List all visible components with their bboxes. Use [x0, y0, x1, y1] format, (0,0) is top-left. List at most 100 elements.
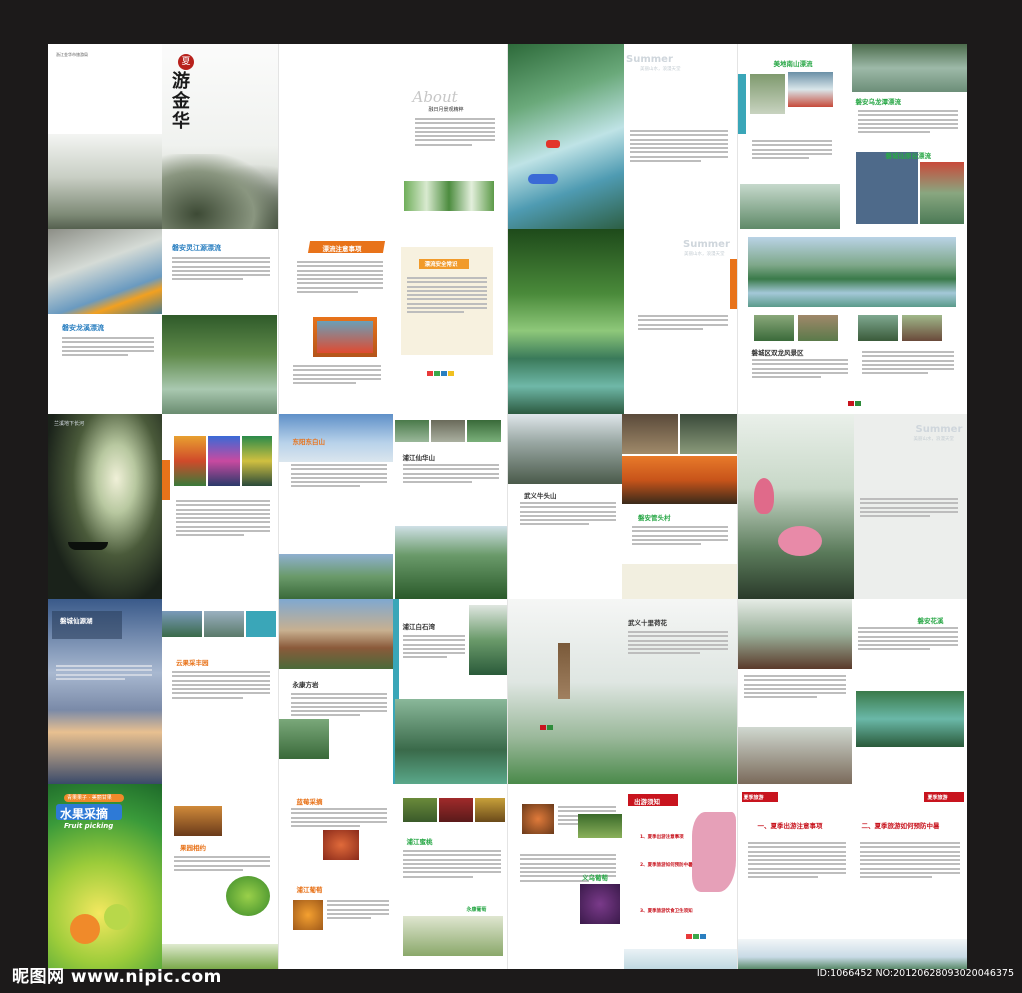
wuyi-blue-panel	[855, 152, 918, 224]
longxi-text	[62, 337, 154, 358]
tips-2-text	[859, 842, 960, 881]
heading-fruit-guoyuan: 云果采丰园	[176, 659, 209, 667]
decor-flags	[426, 361, 455, 380]
heading-panan-longxi: 磐安龙溪漂流	[62, 324, 104, 332]
shuanglong-lake-photo	[747, 237, 956, 307]
heading-fruit-peach: 义乌葡萄	[582, 874, 608, 882]
meihua-text	[751, 140, 832, 161]
yongkang-cliff-photo	[278, 599, 393, 669]
summer-subtitle: 美丽山水，浪漫天堂	[640, 67, 681, 72]
xianyuan-lake-page: 磐城仙源湖 云果采丰园	[48, 599, 278, 784]
summer-subtitle-3: 美丽山水，浪漫天堂	[913, 437, 955, 442]
about-page: About 融日月景观精粹	[277, 44, 508, 229]
heading-rafting-notes: 漂流注意事项	[322, 245, 362, 253]
about-subtitle: 融日月景观精粹	[428, 107, 464, 113]
rafting-notes-text	[296, 261, 383, 295]
yangmei-text	[290, 808, 387, 829]
about-lotus-strip	[403, 181, 494, 211]
heading-meihua: 美地南山漂流	[773, 60, 813, 68]
fruit-grape-page: 义乌葡萄 出游须知 1、夏季出游注意事项 2、夏季旅游如何预防中暑 3、夏季旅游…	[507, 784, 738, 969]
heading-fruit-pick2: 浦江蜜桃	[406, 838, 433, 846]
panan-rock-text	[857, 110, 958, 136]
tips-mid-1: 1、夏季出游注意事项	[640, 835, 684, 840]
pagoda-lotus-photo	[508, 599, 738, 784]
baishi-text	[402, 635, 465, 661]
tips-mid-2: 2、夏季旅游如何预防中暑	[640, 863, 693, 868]
summer-travel-right: 夏季旅游	[927, 795, 948, 801]
tips-heading-1: 一、夏季出游注意事项	[757, 822, 823, 830]
lingjiang-text	[172, 257, 270, 283]
yongkang-text	[290, 693, 387, 719]
fruit-small: 青果果子 · 美丽甘果	[67, 795, 112, 801]
summer-word-3: Summer	[915, 424, 963, 435]
spread-row-1: 浙江金华市旅游局 夏 游金华 About 融日月景观精粹 Summer 美丽山水…	[48, 44, 967, 229]
fruit-en: Fruit picking	[64, 822, 114, 830]
summer-travel-tips-page: 夏季旅游 夏季旅游 一、夏季出游注意事项 二、夏季旅游如何预防中暑	[736, 784, 967, 969]
travel-tips: 出游须知	[634, 798, 660, 806]
cover-title: 游金华	[172, 71, 190, 132]
guoyuan-text	[172, 671, 270, 701]
heading-panan-guantou: 磐安管头村	[638, 514, 671, 522]
summer-text	[630, 130, 728, 164]
heading-fruit-grape: 永康葡萄	[466, 907, 487, 913]
map-shape	[692, 812, 736, 892]
guantou-text	[632, 526, 728, 547]
heading-wuyi-niutou: 武义牛头山	[524, 492, 557, 500]
forest-stream-photo	[508, 229, 624, 414]
underground-river-page: 兰溪地下长河	[48, 414, 278, 599]
watermark-id: ID:1066452 NO:20120628093020046375	[816, 968, 1014, 979]
fruit-yangmei-page: 蓝莓采摘 浦江葡萄 浦江蜜桃 永康葡萄	[277, 784, 508, 969]
panan-huaxi-page: 磐安花溪	[736, 599, 967, 784]
meihua-rafting-page: 美地南山漂流 磐安乌龙潭漂流 磐城仙原谷漂流	[736, 44, 967, 229]
sunset-photo	[622, 456, 738, 504]
lingjiang-photo	[48, 229, 162, 314]
huaxi-bridge-photo	[737, 599, 852, 669]
fruit-big: 水果采摘	[60, 807, 109, 821]
heading-wuyi-lotus: 武义十里荷花	[628, 619, 667, 627]
lotus-photo	[737, 414, 854, 599]
rafting-tips-text	[406, 277, 487, 316]
dongyang-pujiang-page: 东阳东白山 浦江仙华山	[277, 414, 508, 599]
rafting-notes-text-2	[292, 365, 381, 386]
heading-fruit-orchard: 果园相约	[180, 844, 206, 852]
heading-yongkang: 永康方岩	[292, 681, 319, 689]
decor-flags-2	[686, 924, 707, 943]
brochure-grid: 浙江金华市旅游局 夏 游金华 About 融日月景观精粹 Summer 美丽山水…	[48, 44, 967, 969]
heading-dongyang: 东阳东白山	[292, 438, 326, 446]
wuyi-niutou-page: 武义牛头山 磐安管头村	[507, 414, 738, 599]
heading-xianyuan-lake: 磐城仙源湖	[60, 617, 93, 625]
niutou-text	[520, 502, 616, 528]
xianyuan-text	[56, 665, 152, 682]
summer-rafting-page: Summer 美丽山水，浪漫天堂	[507, 44, 738, 229]
heading-fruit-yangmei: 蓝莓采摘	[296, 798, 323, 806]
rafting-river-photo	[508, 44, 624, 229]
pear-text	[326, 900, 389, 921]
heading-wuyi-rafting: 磐城仙原谷漂流	[885, 152, 932, 160]
lingjiang-page: 磐安灵江源漂流 磐安龙溪漂流	[48, 229, 278, 414]
tips-mid-3: 3、夏季旅游饮食卫生须知	[640, 909, 693, 914]
underground-text	[176, 500, 270, 539]
lotus-summer-page: Summer 美丽山水，浪漫天堂	[736, 414, 967, 599]
dongyang-text	[290, 464, 387, 490]
tips-1-text	[747, 842, 846, 881]
summer-forest-page: Summer 美丽山水，浪漫天堂	[507, 229, 738, 414]
shuanglong-text-2	[861, 351, 954, 377]
cave-boat-photo	[48, 414, 162, 599]
lotus-text	[859, 498, 958, 519]
summer-word: Summer	[626, 54, 673, 65]
cover-mountain-painting	[48, 134, 162, 229]
tips-heading-2: 二、夏季旅游如何预防中暑	[861, 822, 940, 830]
summer-word-2: Summer	[683, 239, 730, 250]
about-text	[414, 118, 495, 148]
rafting-notes-page: 漂流注意事项 漂流安全常识	[277, 229, 508, 414]
heading-pujiang: 浦江仙华山	[402, 454, 436, 462]
huaxi-text-2	[857, 627, 958, 653]
heading-panan-lingjiang: 磐安灵江源漂流	[172, 244, 221, 252]
forest-text	[638, 315, 728, 332]
summer-travel-left: 夏季旅游	[743, 795, 764, 801]
summer-subtitle-2: 美丽山水，浪漫天堂	[684, 252, 725, 257]
about-title: About	[412, 88, 458, 106]
watermark-logo: 昵图网 www.nipic.com	[12, 967, 222, 987]
spread-row-3: 兰溪地下长河 东阳东白山 浦江仙华山 武义牛头山 磐安管头村 Summer 美丽…	[48, 414, 967, 599]
heading-underground: 兰溪地下长河	[54, 421, 85, 427]
